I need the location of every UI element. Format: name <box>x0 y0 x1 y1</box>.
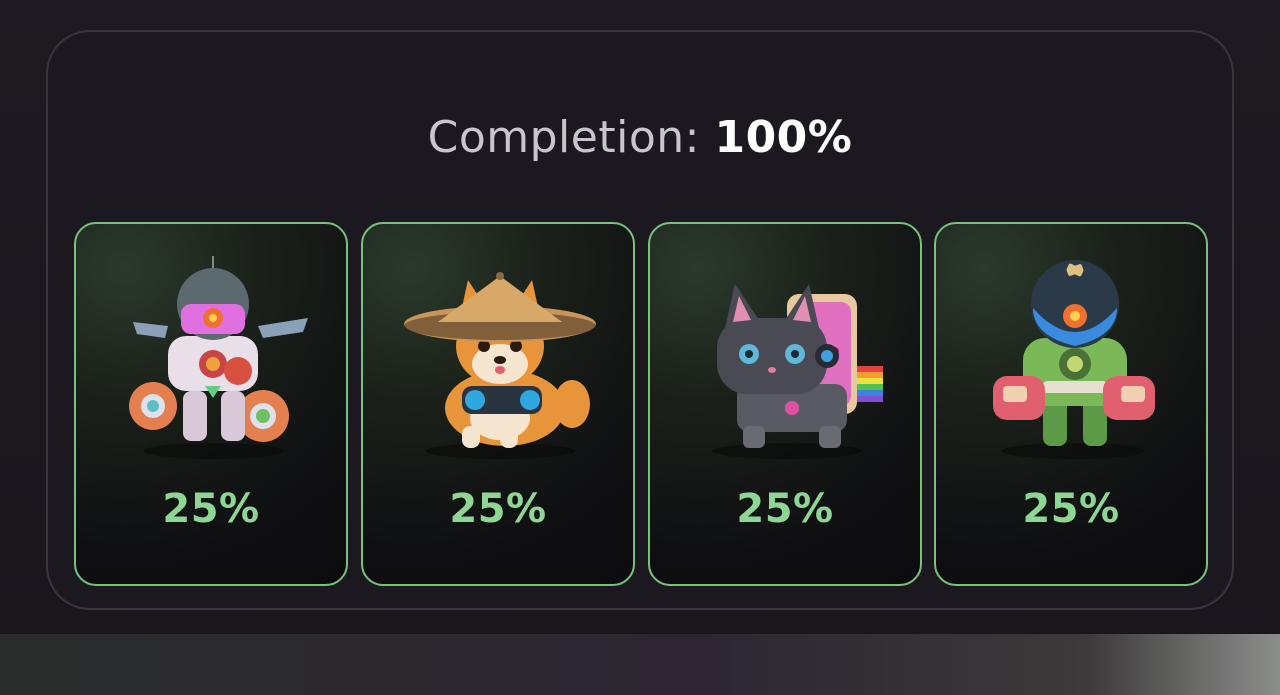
nft-card-nyan-robot-cat[interactable]: 25% <box>648 222 922 586</box>
page: Completion: 100% 25% 25% 25% 25% <box>0 0 1280 695</box>
completion-title: Completion: 100% <box>0 110 1280 166</box>
bottom-strip <box>0 634 1280 695</box>
nyan-robot-cat-image <box>712 284 883 459</box>
completion-value: 100% <box>714 112 853 163</box>
nft-card-robot-astronaut[interactable]: 25% <box>74 222 348 586</box>
card-percent: 25% <box>162 486 260 532</box>
green-mech-bot-image <box>993 260 1155 459</box>
robot-astronaut-image <box>129 256 308 459</box>
card-percent: 25% <box>1022 486 1120 532</box>
nft-card-shiba-straw-hat[interactable]: 25% <box>361 222 635 586</box>
shiba-straw-hat-image <box>404 272 596 459</box>
card-percent: 25% <box>736 486 834 532</box>
nft-card-green-mech-bot[interactable]: 25% <box>934 222 1208 586</box>
completion-label: Completion: <box>427 112 700 163</box>
card-percent: 25% <box>449 486 547 532</box>
